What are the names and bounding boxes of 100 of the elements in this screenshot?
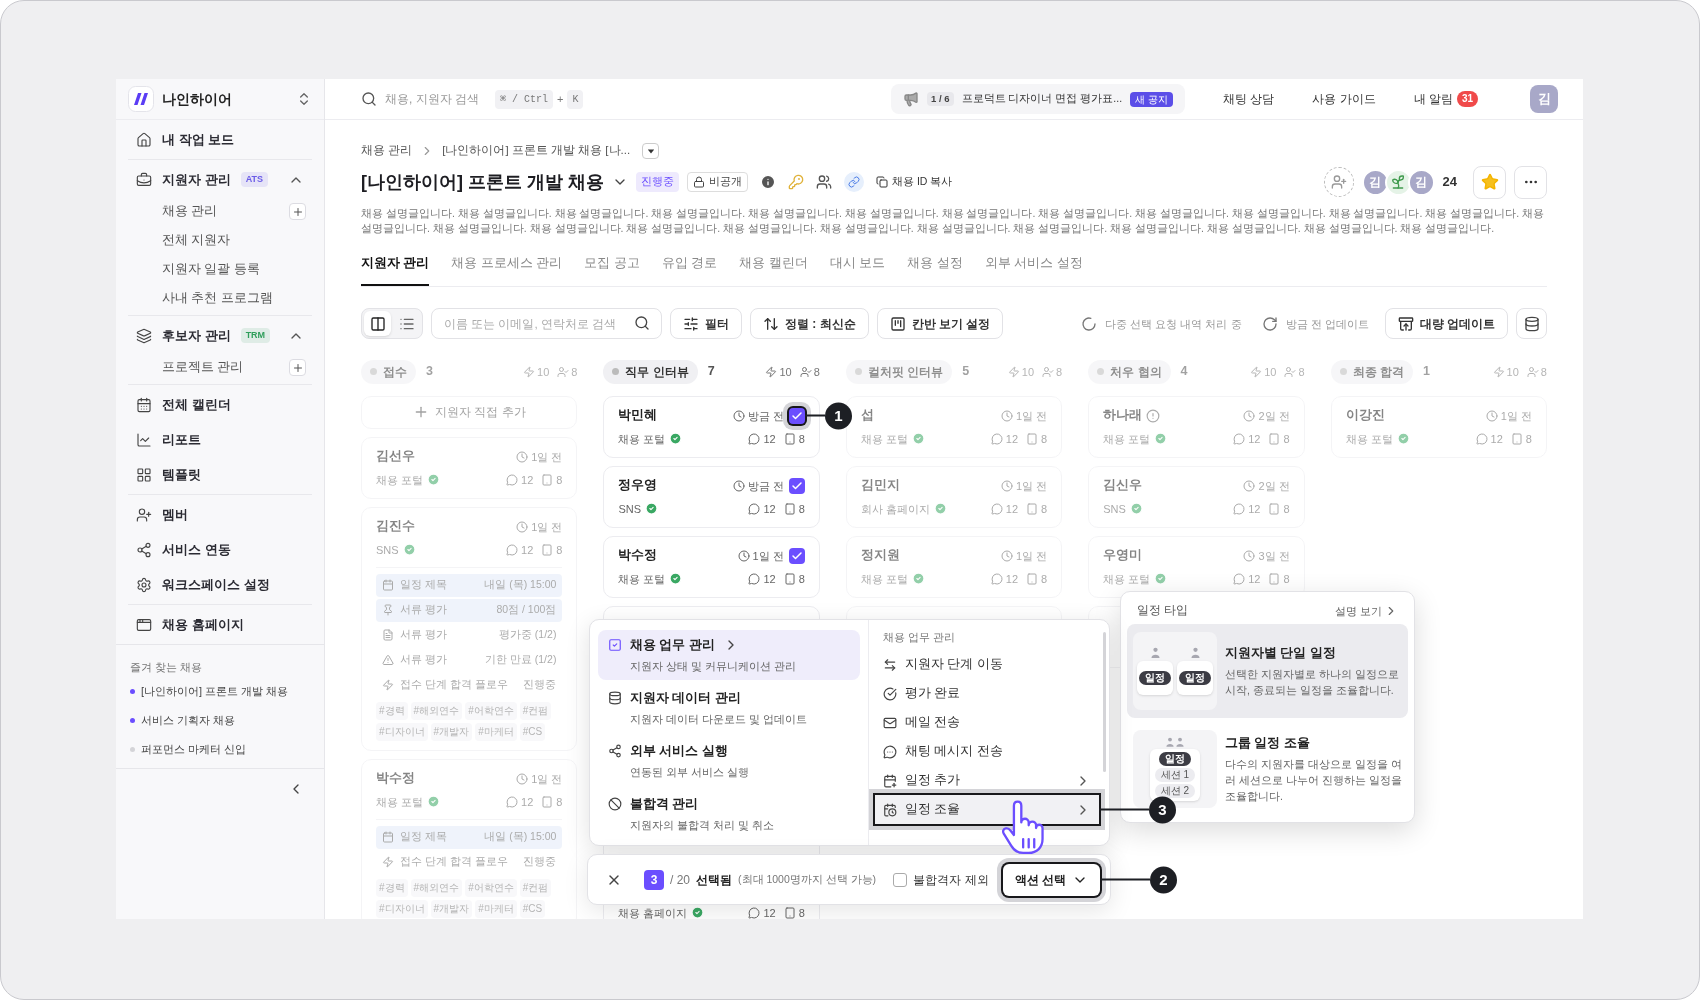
nav-item[interactable]: 워크스페이스 설정 <box>128 567 312 602</box>
applicant-card[interactable]: 박수정 1일 전 채용 포털 12 8 <box>603 535 820 598</box>
menu-category[interactable]: 지원자 데이터 관리 지원자 데이터 다운로드 및 업데이트 <box>598 683 860 733</box>
verified-icon <box>911 432 925 446</box>
file-count: 8 <box>1525 431 1532 447</box>
tab[interactable]: 대시 보드 <box>829 250 886 286</box>
applicant-card[interactable]: 김선우 1일 전 채용 포털 12 8 <box>361 436 578 499</box>
processing-status: 다중 선택 요청 내역 처리 중 <box>1105 316 1242 332</box>
tab[interactable]: 지원자 관리 <box>361 250 430 286</box>
applicant-search-field[interactable]: 이름 또는 이메일, 연락처로 검색 <box>431 308 662 340</box>
source-label: 채용 포털 <box>618 431 666 447</box>
sprout-icon <box>1390 174 1407 190</box>
header-link[interactable]: 채팅 상담 <box>1222 90 1275 108</box>
tab[interactable]: 채용 프로세스 관리 <box>451 250 563 286</box>
schedule-type-option[interactable]: 일정 일정 지원자별 단일 일정 선택한 지원자별로 하나의 일정으로 시작, 종료되는 일정을 조율합니다. <box>1127 624 1408 718</box>
nav-item[interactable]: 템플릿 <box>128 457 312 492</box>
product-badge: TRM <box>240 327 271 344</box>
menu-category[interactable]: 외부 서비스 실행 연동된 외부 서비스 실행 <box>598 736 860 786</box>
applicant-card[interactable]: 정우영 방금 전 SNS 12 8 <box>603 465 820 528</box>
applicant-card[interactable]: 김신우 2일 전 SNS 12 8 <box>1088 465 1305 528</box>
nav-label: 서비스 연동 <box>162 540 231 559</box>
link-button[interactable] <box>844 172 864 192</box>
nav-item[interactable]: 멤버 <box>128 497 312 532</box>
tag: #개발자 <box>430 722 473 741</box>
stage-name: 접수 <box>383 363 407 381</box>
copy-id-button[interactable]: 채용 ID 복사 <box>876 174 953 190</box>
favorite-item[interactable]: [나인하이어] 프론트 개발 채용 <box>116 677 324 706</box>
nav-subitem[interactable]: 전체 지원자 <box>162 231 231 250</box>
search-field[interactable]: 채용, 지원자 검색 <box>385 90 495 108</box>
nav-label: 후보자 관리 <box>162 326 231 345</box>
applicant-card[interactable]: 김민지 1일 전 회사 홈페이지 12 8 <box>845 465 1063 528</box>
nav-item[interactable]: 내 작업 보드 <box>128 122 312 157</box>
scrollbar[interactable] <box>1103 632 1106 772</box>
file-icon <box>541 795 554 808</box>
refresh-icon[interactable] <box>1261 315 1278 332</box>
bulk-update-button[interactable]: 대량 업데이트 <box>1384 308 1508 340</box>
nav-subitem[interactable]: 채용 관리 <box>162 202 218 221</box>
breadcrumb-link[interactable]: 채용 관리 <box>361 142 413 160</box>
header-link[interactable]: 사용 가이드 <box>1312 90 1376 108</box>
filter-button[interactable]: 필터 <box>670 308 742 340</box>
nav-item[interactable]: 채용 홈페이지 <box>128 607 312 642</box>
submenu-item[interactable]: 지원자 단계 이동 <box>875 650 1099 679</box>
file-icon <box>1026 572 1039 585</box>
tab[interactable]: 모집 공고 <box>584 250 640 286</box>
applicant-card[interactable]: 하나래 2일 전 채용 포털 12 8 <box>1088 395 1305 458</box>
exclude-checkbox[interactable] <box>893 872 908 887</box>
kanban-settings-button[interactable]: 칸반 보기 설정 <box>876 308 1004 340</box>
tab[interactable]: 유입 경로 <box>661 250 718 286</box>
nav-item[interactable]: 리포트 <box>128 422 312 457</box>
comment-count: 12 <box>1005 501 1019 517</box>
applicant-card[interactable]: 정지원 1일 전 채용 포털 12 8 <box>845 535 1063 598</box>
nav-item[interactable]: 서비스 연동 <box>128 532 312 567</box>
caret-down-icon <box>646 147 655 155</box>
submenu-label: 일정 추가 <box>905 772 961 790</box>
applicant-card[interactable]: 박민혜 방금 전 채용 포털 12 8 <box>603 395 820 458</box>
nav-item[interactable]: 후보자 관리 TRM <box>128 318 312 353</box>
database-button[interactable] <box>1516 308 1547 340</box>
tab[interactable]: 채용 설정 <box>907 250 963 286</box>
applicant-card[interactable]: 섭 1일 전 채용 포털 12 8 <box>845 395 1063 458</box>
comment-icon <box>748 906 761 919</box>
submenu-item[interactable]: 채팅 메시지 전송 <box>875 737 1099 766</box>
applicant-card[interactable]: 이강진 1일 전 채용 포털 12 8 <box>1330 395 1547 458</box>
kanban-view-button[interactable] <box>364 311 391 337</box>
submenu-item[interactable]: 일정 추가 <box>875 766 1099 795</box>
select-checkbox[interactable] <box>788 477 805 494</box>
nav-subitem[interactable]: 지원자 일괄 등록 <box>162 260 260 279</box>
select-checkbox[interactable] <box>788 547 805 564</box>
product-badge: ATS <box>240 171 268 188</box>
nav-item[interactable]: 전체 캘린더 <box>128 387 312 422</box>
info-icon[interactable] <box>760 174 776 190</box>
stage-count: 4 <box>1180 363 1188 381</box>
layers-icon <box>136 327 152 344</box>
submenu-item[interactable]: 메일 전송 <box>875 708 1099 737</box>
favorite-item[interactable]: 퍼포먼스 마케터 신입 <box>116 735 324 764</box>
notice-banner[interactable]: 1 / 6 프로덕트 디자이너 면접 평가표... 새 공지 <box>891 84 1185 114</box>
nav-subitem[interactable]: 사내 추천 프로그램 <box>162 289 273 308</box>
dropdown-button[interactable] <box>642 143 660 159</box>
favorite-item[interactable]: 서비스 기획자 채용 <box>116 706 324 735</box>
clock-icon <box>1001 409 1013 422</box>
breadcrumb-link[interactable]: [나인하이어] 프론트 개발 채용 [나... <box>442 142 631 160</box>
submenu-item[interactable]: 평가 완료 <box>875 679 1099 708</box>
menu-category[interactable]: 채용 업무 관리 지원자 상태 및 커뮤니케이션 관리 <box>598 630 860 680</box>
nav-subitem[interactable]: 프로젝트 관리 <box>162 358 244 377</box>
view-description-link[interactable]: 설명 보기 <box>1334 602 1398 620</box>
tab[interactable]: 외부 서비스 설정 <box>984 250 1083 286</box>
clock-icon <box>732 479 745 492</box>
alerts-link[interactable]: 내 알림 <box>1413 90 1453 108</box>
menu-category[interactable]: 불합격 관리 지원자의 불합격 처리 및 취소 <box>598 789 860 839</box>
applicant-card[interactable]: 우영미 3일 전 채용 포털 12 8 <box>1088 535 1305 598</box>
megaphone-icon <box>903 91 920 107</box>
nav-item[interactable]: 지원자 관리 ATS <box>128 162 312 197</box>
clock-icon <box>732 409 745 422</box>
comment-count: 12 <box>763 571 776 587</box>
tab[interactable]: 채용 캘린더 <box>739 250 808 286</box>
clock-icon <box>1243 409 1256 422</box>
person-icon <box>1150 647 1160 658</box>
sort-button[interactable]: 정렬 : 최신순 <box>750 308 869 340</box>
people-icon[interactable] <box>816 174 832 190</box>
exclude-label: 불합격자 제외 <box>913 871 989 889</box>
visibility-badge[interactable]: 비공개 <box>687 172 748 192</box>
